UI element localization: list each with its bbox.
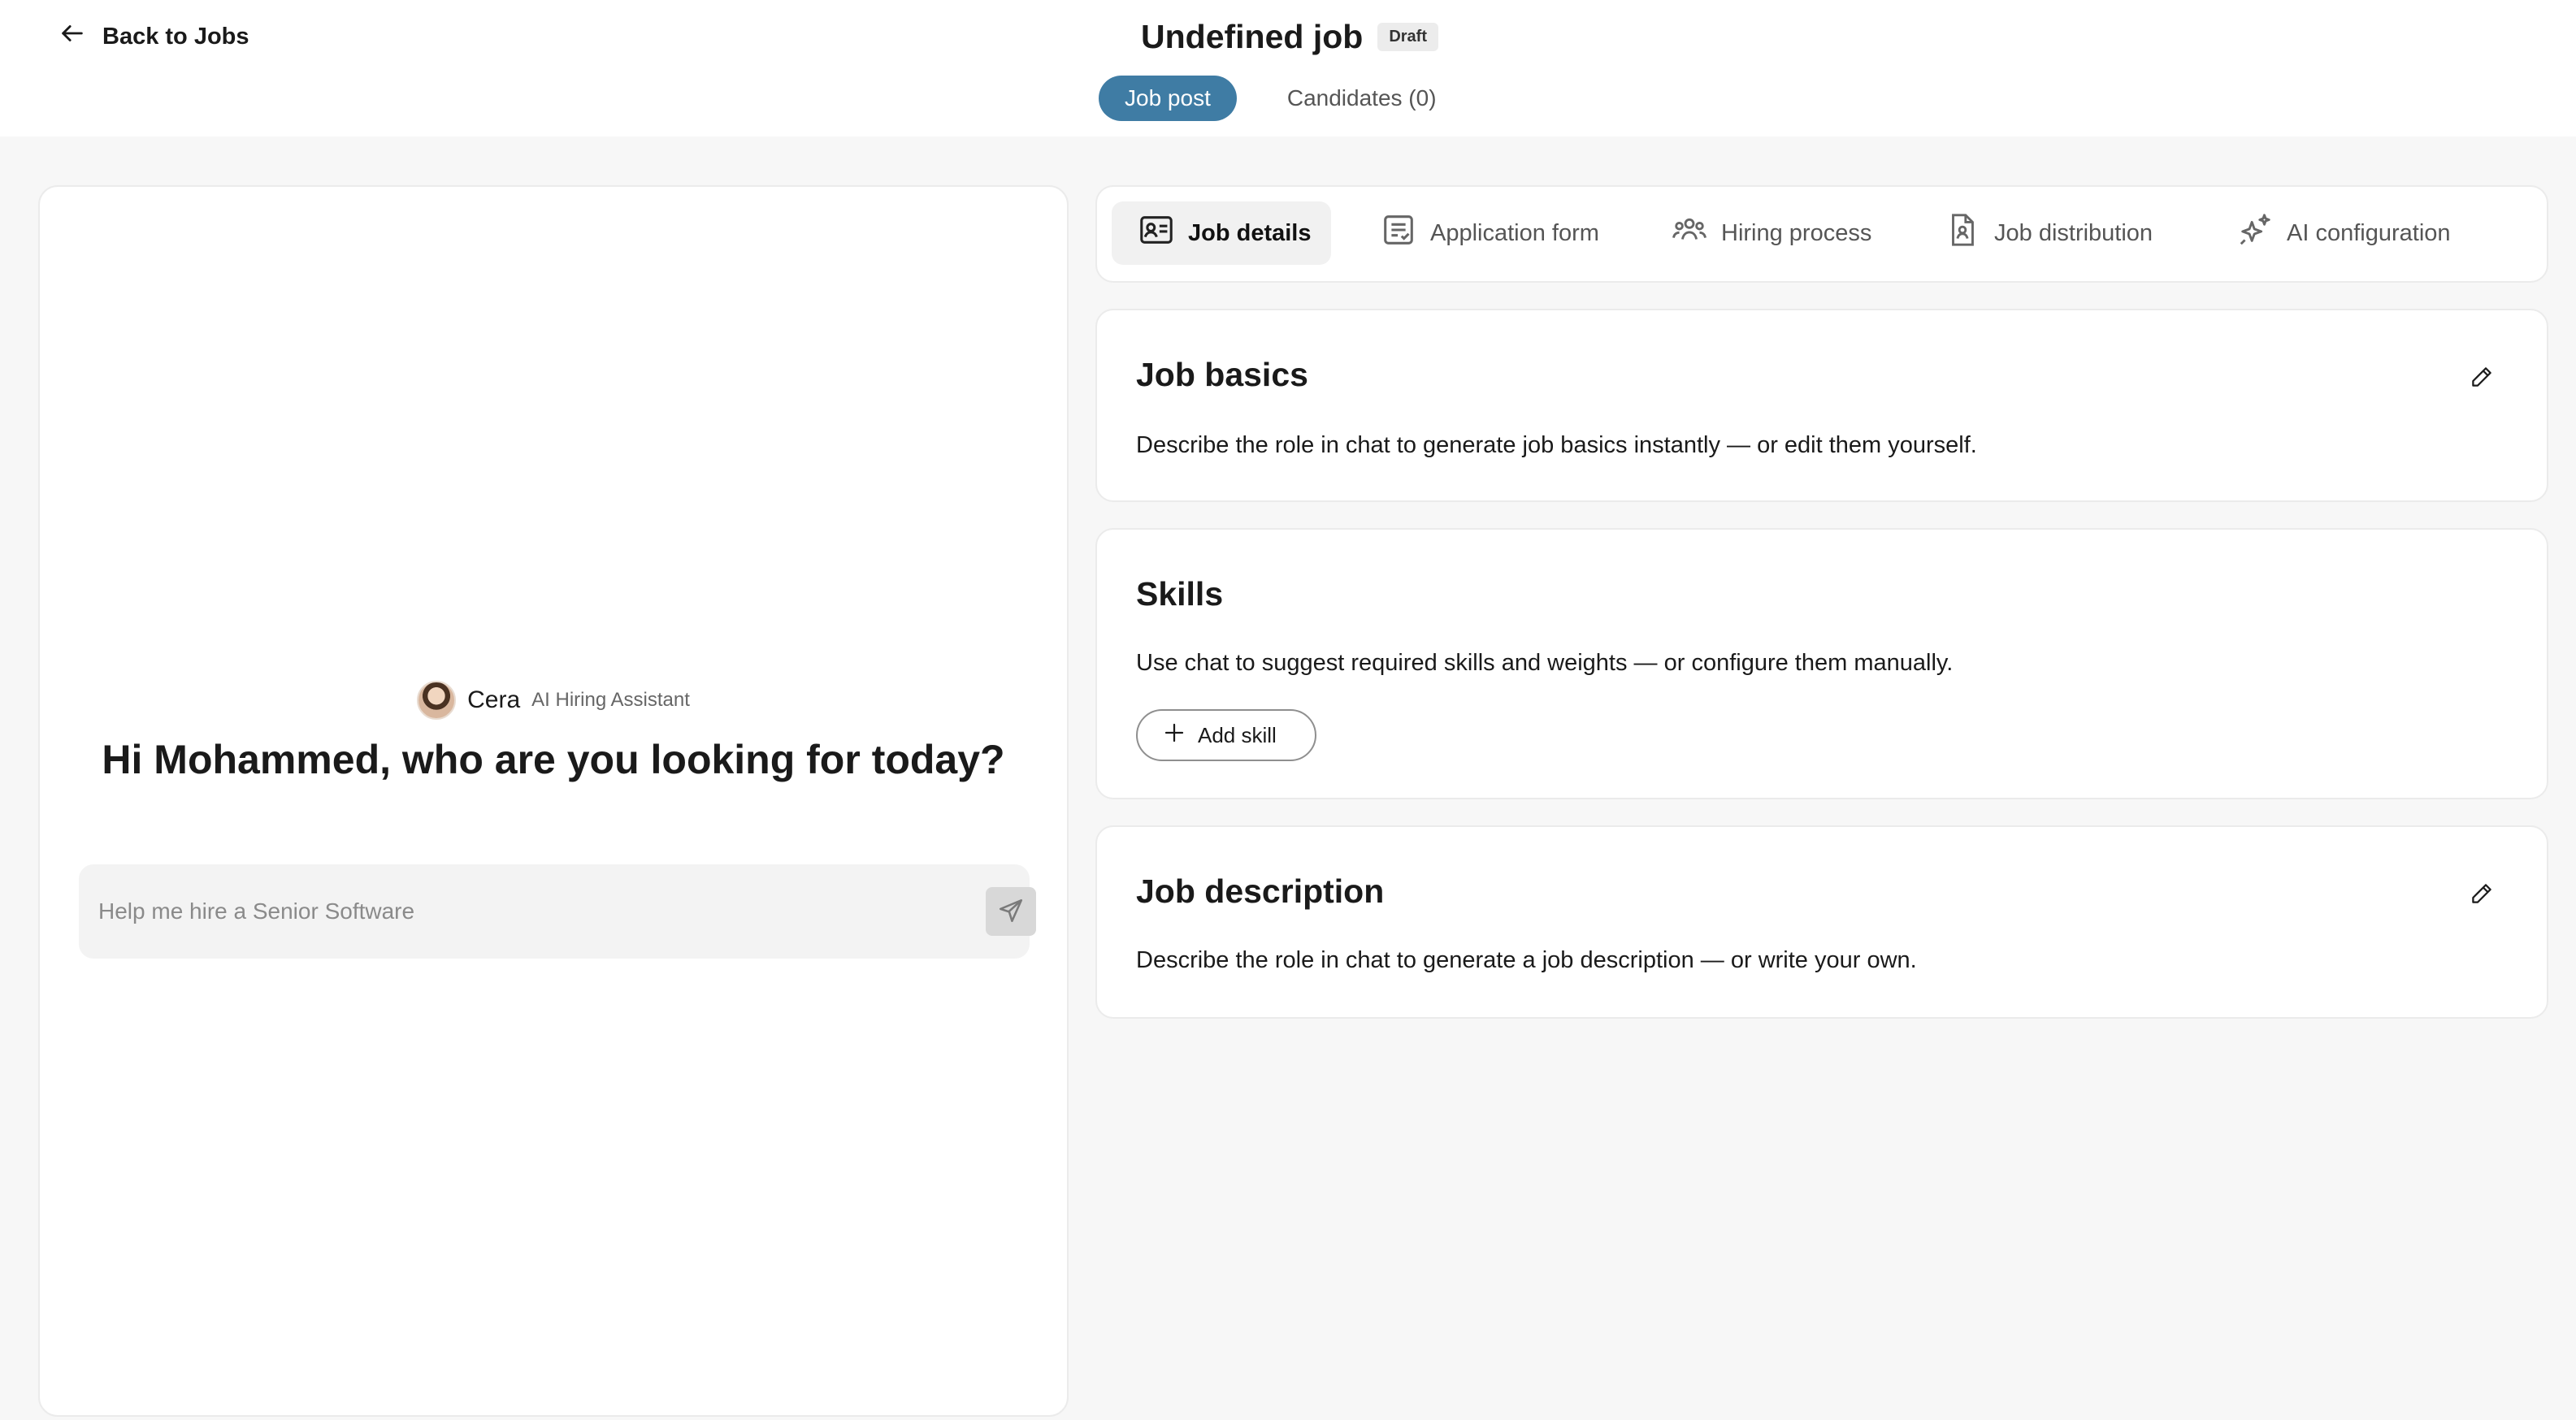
pencil-icon (2470, 365, 2494, 393)
job-description-title: Job description (1136, 872, 1385, 910)
send-button[interactable] (986, 887, 1036, 936)
job-description-text: Describe the role in chat to generate a … (1136, 947, 1917, 973)
tab-ai-configuration-label: AI configuration (2287, 219, 2451, 246)
add-skill-button[interactable]: Add skill (1136, 709, 1316, 761)
document-user-icon (1944, 211, 1981, 255)
tab-candidates[interactable]: Candidates (0) (1261, 76, 1463, 121)
tab-application-form-label: Application form (1430, 219, 1599, 246)
users-icon (1671, 211, 1708, 255)
section-tabs: Job details Application form Hiring proc… (1095, 185, 2548, 283)
skills-description: Use chat to suggest required skills and … (1136, 650, 1954, 676)
tab-job-details[interactable]: Job details (1112, 201, 1331, 265)
assistant-name: Cera (467, 686, 521, 713)
job-basics-card: Job basics Describe the role in chat to … (1095, 309, 2548, 502)
tab-job-distribution[interactable]: Job distribution (1918, 201, 2172, 265)
job-description-card: Job description Describe the role in cha… (1095, 825, 2548, 1019)
page-title: Undefined job (1141, 17, 1364, 55)
add-skill-label: Add skill (1198, 722, 1277, 747)
tab-application-form[interactable]: Application form (1354, 201, 1619, 265)
assistant-identity: Cera AI Hiring Assistant (40, 681, 1067, 720)
back-to-jobs-label: Back to Jobs (102, 23, 249, 50)
form-icon (1380, 211, 1417, 255)
tab-hiring-process-label: Hiring process (1721, 219, 1872, 246)
top-tabs: Job post Candidates (0) (1099, 76, 1463, 121)
chat-greeting: Hi Mohammed, who are you looking for tod… (102, 737, 1005, 782)
pencil-icon (2470, 881, 2494, 910)
tab-ai-configuration[interactable]: AI configuration (2210, 201, 2470, 265)
chat-input[interactable] (98, 864, 927, 959)
tab-job-details-label: Job details (1188, 219, 1312, 246)
sparkle-icon (2236, 211, 2274, 255)
edit-job-description-button[interactable] (2465, 879, 2498, 911)
assistant-role: AI Hiring Assistant (531, 689, 690, 711)
avatar (417, 681, 457, 720)
top-header: Back to Jobs Undefined job Draft Job pos… (0, 0, 2576, 136)
skills-title: Skills (1136, 575, 1224, 613)
job-basics-title: Job basics (1136, 356, 1308, 393)
status-badge: Draft (1377, 22, 1438, 51)
tab-job-post[interactable]: Job post (1099, 76, 1237, 121)
chat-input-container (79, 864, 1036, 959)
tab-job-distribution-label: Job distribution (1994, 219, 2153, 246)
job-basics-description: Describe the role in chat to generate jo… (1136, 432, 1977, 458)
edit-job-basics-button[interactable] (2465, 362, 2498, 395)
send-icon (997, 897, 1025, 927)
arrow-left-icon (59, 19, 86, 54)
chat-panel: Cera AI Hiring Assistant Hi Mohammed, wh… (38, 185, 1069, 1417)
tab-hiring-process[interactable]: Hiring process (1645, 201, 1891, 265)
plus-icon (1162, 721, 1186, 751)
skills-card: Skills Use chat to suggest required skil… (1095, 528, 2548, 799)
back-to-jobs-link[interactable]: Back to Jobs (59, 19, 249, 54)
title-row: Undefined job Draft (1141, 15, 1438, 58)
id-card-icon (1138, 211, 1175, 255)
